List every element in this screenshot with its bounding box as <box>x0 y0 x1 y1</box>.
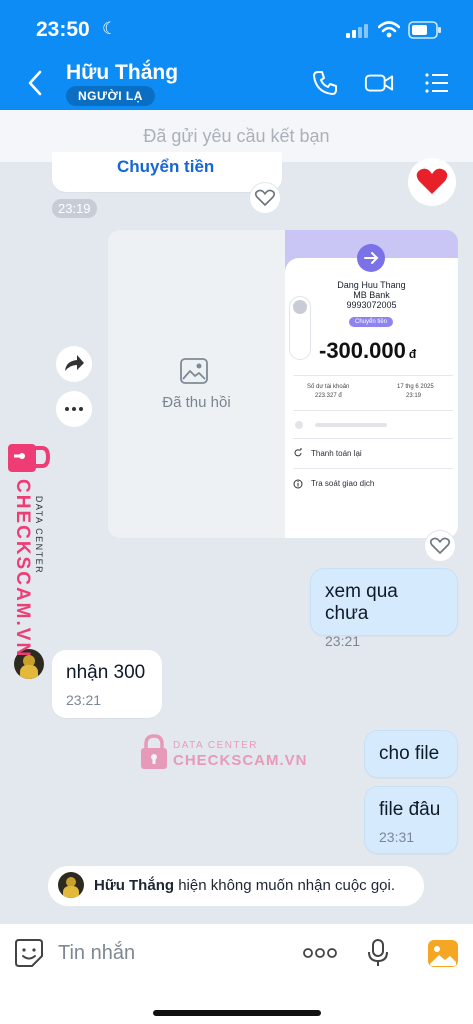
receipt-bank: MB Bank <box>353 290 390 300</box>
heart-reaction-badge[interactable] <box>408 158 456 206</box>
phone-call-icon[interactable] <box>310 68 340 98</box>
receipt-type-badge: Chuyển tiền <box>349 317 394 327</box>
image-icon <box>180 358 208 384</box>
menu-list-icon[interactable] <box>422 68 452 98</box>
receipt-time: 23:19 <box>406 393 422 399</box>
receipt-recipient: Dang Huu Thang <box>337 280 406 290</box>
more-options-button[interactable] <box>56 391 92 427</box>
receipt-placeholder-bar <box>315 423 387 427</box>
call-notice-name: Hữu Thắng <box>94 877 175 894</box>
share-arrow-icon <box>65 355 84 371</box>
react-heart-button[interactable] <box>424 530 456 562</box>
sent-message[interactable]: cho file <box>364 730 458 778</box>
emoji-sticker-icon[interactable] <box>14 938 44 968</box>
watermark-label: DATA CENTER <box>173 740 259 751</box>
watermark-center: DATA CENTER CHECKSCAM.VN <box>140 734 307 774</box>
message-text: file đâu <box>379 799 441 820</box>
more-dots-icon[interactable] <box>303 946 337 960</box>
message-time: 23:21 <box>325 633 361 649</box>
message-text: cho file <box>379 743 440 764</box>
chat-header: Hữu Thắng NGƯỜI LẠ <box>0 52 473 110</box>
heart-outline-icon <box>429 537 451 554</box>
watermark-brand: CHECKSCAM.VN <box>12 479 33 659</box>
retry-icon <box>294 448 302 457</box>
message-time: 23:19 <box>52 199 97 218</box>
message-text: xem qua chưa <box>325 581 398 624</box>
revoked-image-placeholder: Đã thu hồi <box>108 230 285 538</box>
received-message[interactable]: nhận 300 23:21 <box>52 650 162 718</box>
inquiry-link: Tra soát giao dịch <box>311 479 375 488</box>
battery-icon <box>408 21 441 39</box>
heart-outline-icon <box>254 189 276 206</box>
stranger-badge: NGƯỜI LẠ <box>66 86 155 106</box>
revoked-label: Đã thu hồi <box>162 394 231 411</box>
red-heart-icon <box>416 168 448 194</box>
back-arrow-icon[interactable] <box>22 66 52 100</box>
message-time: 23:21 <box>66 692 102 708</box>
call-notice-text: Hữu Thắng hiện không muốn nhận cuộc gọi. <box>94 877 396 894</box>
video-call-icon[interactable] <box>364 68 394 98</box>
message-input[interactable]: Tin nhắn <box>58 942 135 965</box>
more-dots-icon <box>65 407 83 411</box>
message-composer: Tin nhắn <box>0 924 473 1024</box>
moon-icon: ☾ <box>102 19 118 38</box>
receipt-bullet <box>295 421 303 429</box>
forward-button[interactable] <box>56 346 92 382</box>
call-unavailable-notice: Hữu Thắng hiện không muốn nhận cuộc gọi. <box>48 866 424 906</box>
status-bar: 23:50 ☾ <box>0 0 473 52</box>
microphone-icon[interactable] <box>367 938 389 968</box>
transfer-link[interactable]: Chuyển tiền <box>117 157 214 177</box>
watermark-side: CHECKSCAM.VN DATA CENTER <box>4 440 50 659</box>
contact-name[interactable]: Hữu Thắng <box>66 61 178 85</box>
wifi-icon <box>378 21 400 38</box>
home-indicator <box>153 1010 321 1016</box>
balance-label: Số dư tài khoản <box>307 384 350 390</box>
lock-icon <box>8 444 50 472</box>
cellular-signal-icon <box>346 24 368 38</box>
transfer-message-bubble[interactable]: Chuyển tiền <box>52 152 282 192</box>
watermark-brand: CHECKSCAM.VN <box>173 752 308 769</box>
contact-avatar-small <box>58 872 84 898</box>
info-icon <box>293 479 303 489</box>
watermark-label: DATA CENTER <box>34 495 44 575</box>
lock-icon <box>141 734 167 769</box>
transfer-receipt-image[interactable]: Dang Huu Thang MB Bank 9993072005 Chuyển… <box>285 230 458 538</box>
message-time: 23:31 <box>379 829 415 845</box>
message-text: nhận 300 <box>66 662 146 683</box>
receipt-date: 17 thg 6 2025 <box>397 384 434 390</box>
balance-value: 223.327 đ <box>315 393 342 399</box>
react-heart-button[interactable] <box>249 182 281 214</box>
sent-message[interactable]: xem qua chưa 23:21 <box>310 568 458 649</box>
receipt-arrow-icon <box>357 244 385 272</box>
receipt-amount: -300.000 đ <box>319 338 417 363</box>
sent-message[interactable]: file đâu 23:31 <box>364 786 458 854</box>
gallery-image-icon[interactable] <box>427 938 459 968</box>
receipt-toggle <box>289 296 311 360</box>
status-time: 23:50 <box>36 18 90 41</box>
pay-again-link: Thanh toán lại <box>311 449 362 458</box>
